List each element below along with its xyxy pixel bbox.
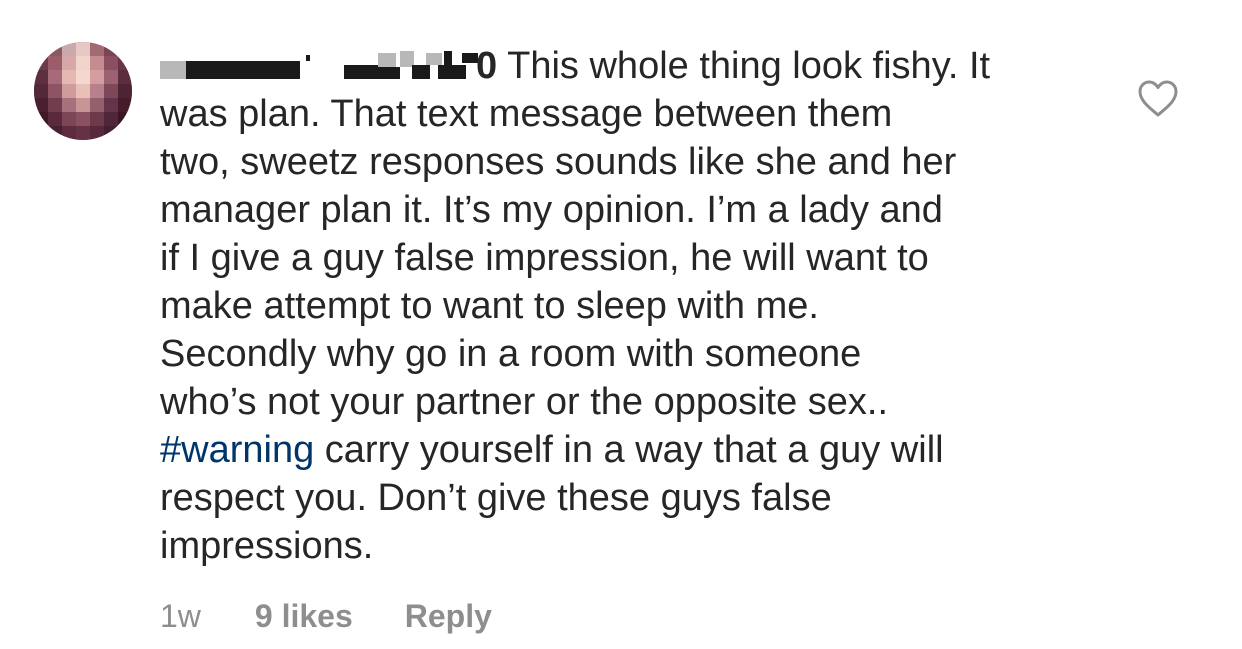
- avatar-pixel: [90, 84, 104, 98]
- avatar-pixel: [90, 70, 104, 84]
- avatar-pixel: [118, 98, 132, 112]
- avatar-pixel: [90, 98, 104, 112]
- avatar-pixel: [62, 84, 76, 98]
- redaction-block: [344, 65, 378, 79]
- avatar-pixel: [34, 84, 48, 98]
- avatar-pixel: [104, 126, 118, 140]
- hashtag-link[interactable]: #warning: [160, 429, 314, 471]
- reply-button[interactable]: Reply: [405, 596, 492, 636]
- redaction-block: [462, 53, 478, 63]
- redaction-block: [444, 51, 452, 65]
- comment-line: was plan. That text message between them: [160, 93, 893, 135]
- avatar-pixel: [104, 98, 118, 112]
- comment-line: 0 This whole thing look fishy. It: [160, 42, 1090, 90]
- avatar-pixel: [76, 98, 90, 112]
- heart-outline-icon: [1138, 80, 1178, 117]
- redaction-block: [412, 65, 430, 79]
- avatar-pixel: [104, 84, 118, 98]
- avatar-pixel: [76, 42, 90, 56]
- avatar-pixel: [90, 56, 104, 70]
- avatar-pixel: [76, 126, 90, 140]
- comment-line: two, sweetz responses sounds like she an…: [160, 141, 957, 183]
- avatar-pixel: [62, 42, 76, 56]
- redaction-block: [378, 53, 396, 67]
- heart-outline-icon[interactable]: [1138, 80, 1178, 118]
- avatar-pixel: [90, 126, 104, 140]
- avatar-pixel: [90, 42, 104, 56]
- avatar-pixel: [62, 56, 76, 70]
- avatar-pixel: [34, 70, 48, 84]
- avatar-pixel: [76, 84, 90, 98]
- comment-line: make attempt to want to sleep with me.: [160, 285, 819, 327]
- avatar-pixel: [104, 56, 118, 70]
- redaction-block: [160, 61, 186, 79]
- avatar-pixel: [48, 112, 62, 126]
- avatar-pixel: [48, 98, 62, 112]
- avatar-pixel: [62, 126, 76, 140]
- avatar-pixel: [34, 112, 48, 126]
- comment-body: 0 This whole thing look fishy. It was pla…: [160, 42, 1090, 570]
- comment-line: Secondly why go in a room with someone: [160, 333, 862, 375]
- avatar-pixel: [90, 112, 104, 126]
- comment-text: carry yourself in a way that a guy will: [324, 429, 944, 471]
- avatar-pixel: [62, 112, 76, 126]
- avatar-pixel: [118, 56, 132, 70]
- redaction-block: [306, 55, 310, 61]
- avatar-pixel: [118, 112, 132, 126]
- avatar-pixel: [48, 126, 62, 140]
- likes-count[interactable]: 9 likes: [255, 596, 353, 636]
- avatar-pixel: [76, 56, 90, 70]
- avatar-pixel: [76, 70, 90, 84]
- avatar-pixel: [118, 84, 132, 98]
- redaction-block: [378, 67, 400, 79]
- avatar-pixel: [62, 70, 76, 84]
- comment-line: who’s not your partner or the opposite s…: [160, 381, 889, 423]
- redaction-block: [426, 53, 442, 65]
- avatar-pixel: [104, 70, 118, 84]
- avatar-pixel: [118, 70, 132, 84]
- comment-line: manager plan it. It’s my opinion. I’m a …: [160, 189, 943, 231]
- username-redacted[interactable]: [160, 49, 480, 81]
- comment-line: impressions.: [160, 525, 374, 567]
- comment-meta: 1w 9 likes Reply: [160, 596, 492, 636]
- avatar[interactable]: [34, 42, 132, 140]
- avatar-pixel: [62, 98, 76, 112]
- comment-line: #warning carry yourself in a way that a …: [160, 426, 1090, 474]
- comment-text: This whole thing look fishy. It: [507, 45, 991, 87]
- avatar-pixel: [104, 42, 118, 56]
- avatar-pixel: [48, 56, 62, 70]
- avatar-pixel: [104, 112, 118, 126]
- comment-item: 0 This whole thing look fishy. It was pla…: [0, 0, 1242, 649]
- avatar-pixel: [76, 112, 90, 126]
- comment-timestamp[interactable]: 1w: [160, 596, 201, 636]
- comment-line: respect you. Don’t give these guys false: [160, 477, 832, 519]
- avatar-pixel: [48, 70, 62, 84]
- comment-line: if I give a guy false impression, he wil…: [160, 237, 929, 279]
- avatar-pixel: [34, 56, 48, 70]
- avatar-pixel: [48, 42, 62, 56]
- avatar-pixel: [48, 84, 62, 98]
- redaction-block: [438, 65, 466, 79]
- avatar-pixel: [34, 98, 48, 112]
